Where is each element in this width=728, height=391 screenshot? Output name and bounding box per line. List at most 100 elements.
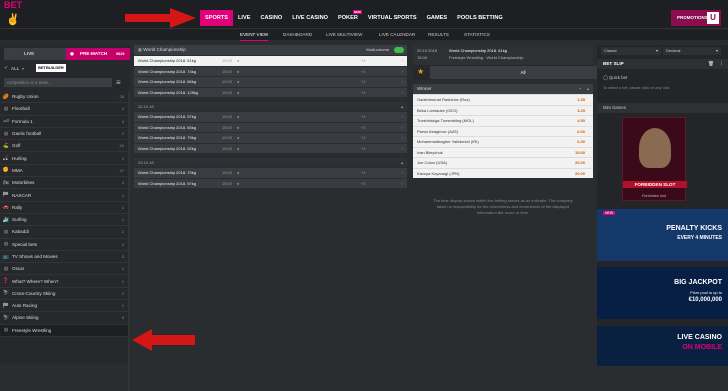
sidebar-item-sport[interactable]: ◍ Floorball 2	[0, 103, 128, 116]
betbuilder-filter[interactable]: BETBUILDER	[36, 64, 66, 72]
sidebar-item-sport[interactable]: ◍ Special bets 2	[0, 239, 128, 251]
event-row[interactable]: World Championship 2018. 57kg 15:00 ● +1 ›	[134, 111, 407, 122]
stats-icon[interactable]: ●	[237, 144, 239, 154]
stats-icon[interactable]: ●	[237, 88, 239, 98]
runner-row[interactable]: Gadzhimurad Rashidov (Rus) 1.35	[413, 94, 593, 105]
event-row[interactable]: World Championship 2018. 79kg 15:00 ● +1 ›	[134, 132, 407, 143]
event-row[interactable]: World Championship 2018. 61kg 15:00 ● +1 ›	[134, 55, 407, 66]
tab-all-markets[interactable]: All	[430, 66, 616, 79]
stats-icon[interactable]: ●	[237, 56, 239, 66]
tab-live-multiview[interactable]: LIVE MULTIVIEW	[326, 29, 362, 41]
runner-row[interactable]: Kazuya Koyanagi (JPN) 20.00	[413, 167, 593, 179]
tab-dashboard[interactable]: DASHBOARD	[283, 29, 312, 41]
tab-live-calendar[interactable]: LIVE CALENDAR	[379, 29, 415, 41]
live-tab[interactable]	[4, 48, 66, 60]
odds-format-select[interactable]: Decimal ▾	[663, 47, 721, 55]
nav-sports[interactable]: SPORTS	[200, 10, 234, 26]
penalty-kicks-banner[interactable]: NEW PENALTY KICKS EVERY 4 MINUTES	[597, 209, 728, 261]
runner-row[interactable]: Beka Lomtadze (GEO) 3.25	[413, 104, 593, 116]
event-row[interactable]: World Championship 2018. 74kg 15:00 ● +1 ›	[134, 65, 407, 77]
sidebar-item-sport[interactable]: ❓ What? Where? When? 1	[0, 275, 128, 288]
sidebar-item-sport[interactable]: 🏑 Hurling 1	[0, 152, 128, 165]
runner-row[interactable]: Mohammadbagher Yakhkeshi (IRI) 6.30	[413, 136, 593, 147]
chevron-up-icon[interactable]: ▴	[587, 84, 589, 94]
runner-odd[interactable]: 15.00	[575, 148, 585, 158]
stats-icon[interactable]: ●	[237, 67, 239, 77]
tab-statistics[interactable]: STATISTICS	[464, 29, 490, 41]
event-row[interactable]: World Championship 2018. 92kg 15:00 ● +1 ›	[134, 142, 407, 154]
more-markets[interactable]: +1	[361, 144, 366, 154]
live-casino-banner[interactable]: LIVE CASINO ON MOBILE	[597, 326, 728, 366]
runner-row[interactable]: Parviz Ibragimov (AZE) 6.00	[413, 125, 593, 136]
nav-pools-betting[interactable]: POOLS BETTING	[452, 10, 508, 26]
promotions-button[interactable]: PROMOTIONS U	[671, 10, 721, 26]
more-markets[interactable]: +1	[361, 77, 366, 87]
tab-results[interactable]: RESULTS	[428, 29, 449, 41]
more-markets[interactable]: +1	[361, 112, 366, 122]
event-row[interactable]: World Championship 2018. 65kg 15:00 ● +1 ›	[134, 121, 407, 133]
stats-icon[interactable]: ●	[237, 112, 239, 122]
filter-all[interactable]: ALL	[11, 66, 19, 71]
pin-icon[interactable]: ▪	[579, 84, 581, 94]
sidebar-item-sport[interactable]: ◍ Gaelic football 2	[0, 128, 128, 141]
chevron-down-icon[interactable]: ▾	[22, 66, 24, 71]
runner-odd[interactable]: 6.30	[577, 137, 585, 147]
menu-icon[interactable]: ≡	[116, 78, 128, 87]
nav-live-casino[interactable]: LIVE CASINO	[287, 10, 333, 26]
sidebar-item-sport[interactable]: 🏄 Surfing 1	[0, 214, 128, 227]
sidebar-item-sport[interactable]: ⛷ Cross-Country Skiing 2	[0, 288, 128, 301]
runner-odd[interactable]: 3.25	[577, 106, 585, 116]
runner-odd[interactable]: 20.00	[575, 169, 585, 179]
runner-odd[interactable]: 1.35	[577, 95, 585, 105]
date-header[interactable]: 23.10.18 ▴	[134, 158, 407, 167]
sidebar-item-sport[interactable]: ◍ Freestyle Wrestling	[0, 324, 128, 337]
nav-games[interactable]: GAMES	[422, 10, 453, 26]
stats-icon[interactable]: ●	[237, 123, 239, 133]
quick-bet-toggle[interactable]: ◯ Quick bet	[603, 75, 627, 81]
runner-row[interactable]: Ivan Bileychuk 15.00	[413, 146, 593, 158]
sidebar-item-sport[interactable]: 🏉 Rugby Union 28	[0, 91, 128, 104]
event-row[interactable]: World Championship 2018. 86kg 15:00 ● +1 ›	[134, 76, 407, 87]
event-row[interactable]: World Championship 2018. 70kg 15:00 ● +1 ›	[134, 167, 407, 178]
sidebar-item-sport[interactable]: 🏁 NASCAR 2	[0, 189, 128, 202]
trash-icon[interactable]: 🗑	[708, 59, 714, 69]
event-row[interactable]: World Championship 2018. 125kg 15:00 ● +1 ›	[134, 86, 407, 98]
forbidden-slot-game[interactable]: FORBIDDEN SLOT	[622, 117, 687, 201]
more-markets[interactable]: +1	[361, 168, 366, 178]
date-header[interactable]: 22.10.18 ▴	[134, 102, 407, 111]
runner-odd[interactable]: 4.50	[577, 116, 585, 126]
more-markets[interactable]: +1	[361, 123, 366, 133]
sidebar-item-sport[interactable]: ⛷ Alpine Skiing 6	[0, 312, 128, 325]
search-input[interactable]: competition or a team...	[4, 78, 112, 87]
sidebar-item-sport[interactable]: 🏎 Formula 1 4	[0, 116, 128, 128]
more-markets[interactable]: +1	[361, 179, 366, 189]
sidebar-item-sport[interactable]: ⛳ Golf 25	[0, 140, 128, 153]
sidebar-item-sport[interactable]: ◍ Oscar 1	[0, 263, 128, 276]
sidebar-scrollbar[interactable]	[128, 91, 130, 391]
nav-live[interactable]: LIVE	[233, 10, 255, 26]
runner-odd[interactable]: 20.00	[575, 158, 585, 168]
star-icon[interactable]: ★	[417, 67, 424, 76]
odds-type-select[interactable]: Classic ▾	[601, 47, 661, 55]
more-markets[interactable]: +1	[361, 133, 366, 143]
event-row[interactable]: World Championship 2018. 97kg 15:00 ● +1 ›	[134, 177, 407, 189]
sidebar-item-sport[interactable]: 🏍 Motorbikes 3	[0, 177, 128, 190]
nav-casino[interactable]: CASINO	[255, 10, 287, 26]
market-header[interactable]: Winner ▪ ▴	[413, 84, 593, 94]
sidebar-item-sport[interactable]: 🏁 Auto Racing 1	[0, 300, 128, 313]
multicolumn-switch[interactable]	[394, 47, 404, 53]
more-markets[interactable]: +1	[361, 56, 366, 66]
stats-icon[interactable]: ●	[237, 179, 239, 189]
more-markets[interactable]: +1	[361, 88, 366, 98]
sidebar-item-sport[interactable]: 📺 TV Shows and Movies 3	[0, 251, 128, 264]
stats-icon[interactable]: ●	[237, 77, 239, 87]
nav-poker[interactable]: POKER NEW	[333, 10, 363, 26]
more-markets[interactable]: +1	[361, 67, 366, 77]
sidebar-item-sport[interactable]: 🚗 Rally 1	[0, 202, 128, 214]
sidebar-item-sport[interactable]: ◍ Kabaddi 2	[0, 226, 128, 239]
nav-virtual-sports[interactable]: VIRTUAL SPORTS	[363, 10, 422, 26]
stats-icon[interactable]: ●	[237, 168, 239, 178]
tab-event-view[interactable]: EVENT VIEW	[240, 29, 269, 41]
runner-row[interactable]: Joe Colon (USA) 20.00	[413, 157, 593, 168]
runner-row[interactable]: Tuvshintulga Tumenbileg (MGL) 4.50	[413, 115, 593, 126]
